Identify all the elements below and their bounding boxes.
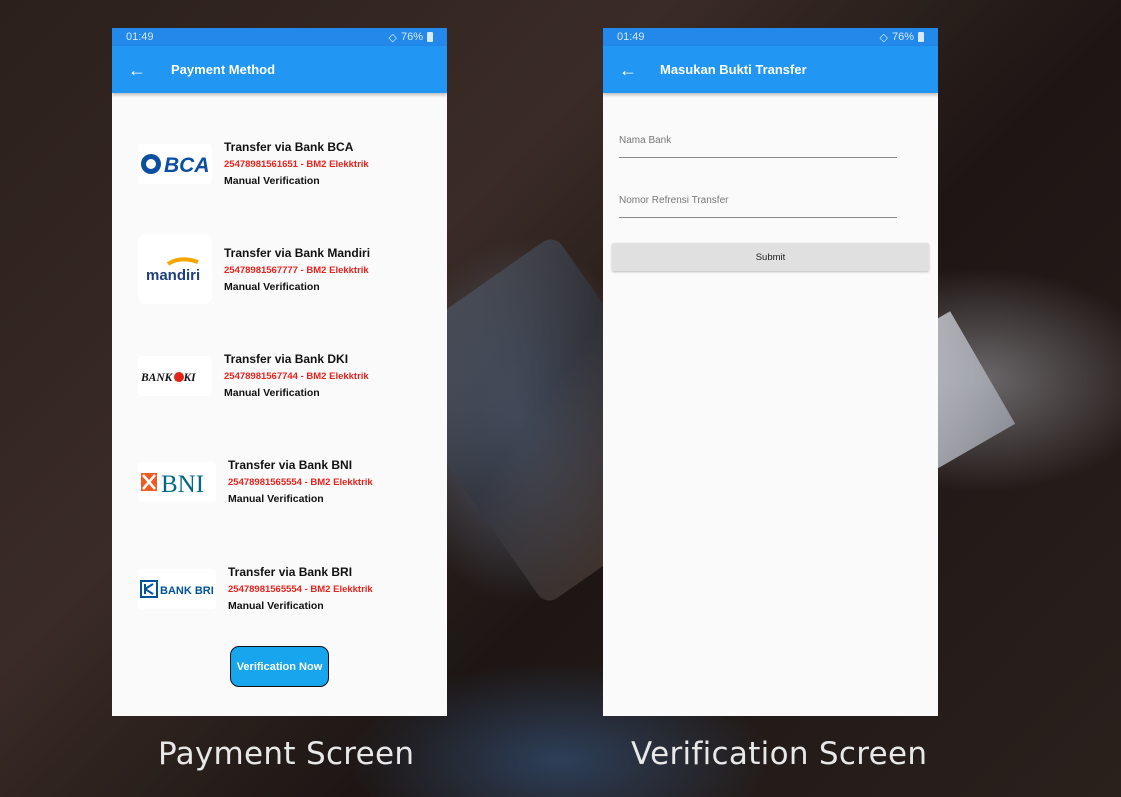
wifi-icon: ◇	[879, 31, 888, 44]
bni-logo-icon: BNI	[141, 471, 204, 497]
svg-text:BCA: BCA	[164, 154, 210, 177]
app-bar: ← Masukan Bukti Transfer	[603, 46, 938, 93]
bank-title: Transfer via Bank DKI	[224, 352, 349, 366]
status-time: 01:49	[617, 31, 645, 43]
verification-type: Manual Verification	[224, 387, 320, 399]
verification-screen-caption: Verification Screen	[631, 736, 928, 772]
verification-now-button[interactable]: Verification Now	[230, 646, 329, 687]
page-title: Payment Method	[171, 62, 276, 77]
battery-icon	[918, 32, 924, 42]
bank-item-mandiri[interactable]: mandiri Transfer via Bank Mandiri 254789…	[138, 234, 370, 304]
bank-name-input[interactable]	[619, 135, 897, 146]
mandiri-logo: mandiri	[138, 234, 212, 304]
bank-title: Transfer via Bank BRI	[228, 565, 353, 579]
bank-item-bri[interactable]: BANK BRI Transfer via Bank BRI 254789815…	[138, 565, 373, 612]
bank-account: 25478981565554 - BM2 Elekktrik	[228, 477, 373, 488]
verification-type: Manual Verification	[224, 175, 320, 187]
bank-name-field[interactable]	[619, 130, 897, 158]
app-bar: ← Payment Method	[112, 46, 447, 93]
dki-logo-icon: BANK DKI	[140, 371, 196, 384]
status-battery: 76%	[400, 31, 423, 43]
bank-account: 25478981565554 - BM2 Elekktrik	[228, 584, 373, 595]
verification-type: Manual Verification	[228, 493, 324, 505]
verification-type: Manual Verification	[224, 280, 320, 293]
bank-title: Transfer via Bank BNI	[228, 458, 353, 472]
payment-screen: 01:49 ◇ 76% ← Payment Method BCA Transfe…	[112, 28, 447, 716]
transfer-reference-field[interactable]	[619, 190, 897, 218]
status-bar: 01:49 ◇ 76%	[112, 28, 447, 46]
bank-info: Transfer via Bank BNI 25478981565554 - B…	[228, 458, 373, 505]
verification-type: Manual Verification	[228, 600, 324, 612]
bank-account: 25478981561651 - BM2 Elekktrik	[224, 159, 369, 170]
dki-logo: BANK DKI	[138, 355, 212, 396]
back-arrow-icon[interactable]: ←	[128, 61, 148, 79]
bni-logo: BNI	[138, 461, 216, 502]
mandiri-logo-icon: mandiri	[146, 257, 200, 284]
transfer-reference-input[interactable]	[619, 195, 897, 206]
page-title: Masukan Bukti Transfer	[660, 62, 807, 77]
status-time: 01:49	[126, 31, 154, 43]
bri-logo-icon: BANK BRI	[140, 579, 214, 598]
bank-info: Transfer via Bank DKI 25478981567744 - B…	[224, 352, 369, 399]
bank-item-dki[interactable]: BANK DKI Transfer via Bank DKI 254789815…	[138, 352, 369, 399]
battery-icon	[427, 32, 433, 42]
wifi-icon: ◇	[388, 31, 397, 44]
svg-text:mandiri: mandiri	[146, 267, 200, 284]
bank-title: Transfer via Bank Mandiri	[224, 245, 371, 260]
bank-info: Transfer via Bank BCA 25478981561651 - B…	[224, 140, 369, 187]
status-bar: 01:49 ◇ 76%	[603, 28, 938, 46]
bank-info: Transfer via Bank Mandiri 25478981567777…	[224, 246, 370, 293]
svg-text:BANK DKI: BANK DKI	[140, 372, 196, 384]
payment-screen-caption: Payment Screen	[158, 736, 415, 772]
bank-item-bni[interactable]: BNI Transfer via Bank BNI 25478981565554…	[138, 458, 373, 505]
submit-button[interactable]: Submit	[612, 243, 929, 271]
svg-text:BNI: BNI	[161, 471, 204, 497]
bank-account: 25478981567777 - BM2 Elekktrik	[224, 264, 369, 276]
verification-screen: 01:49 ◇ 76% ← Masukan Bukti Transfer Sub…	[603, 28, 938, 716]
bank-item-bca[interactable]: BCA Transfer via Bank BCA 25478981561651…	[138, 140, 369, 187]
bank-account: 25478981567744 - BM2 Elekktrik	[224, 371, 369, 382]
svg-text:BANK BRI: BANK BRI	[160, 585, 214, 597]
bca-logo-icon: BCA	[141, 153, 210, 177]
bank-info: Transfer via Bank BRI 25478981565554 - B…	[228, 565, 373, 612]
bank-title: Transfer via Bank BCA	[224, 140, 354, 154]
bca-logo: BCA	[138, 143, 212, 184]
bri-logo: BANK BRI	[138, 568, 216, 609]
back-arrow-icon[interactable]: ←	[619, 61, 639, 79]
status-battery: 76%	[891, 31, 914, 43]
